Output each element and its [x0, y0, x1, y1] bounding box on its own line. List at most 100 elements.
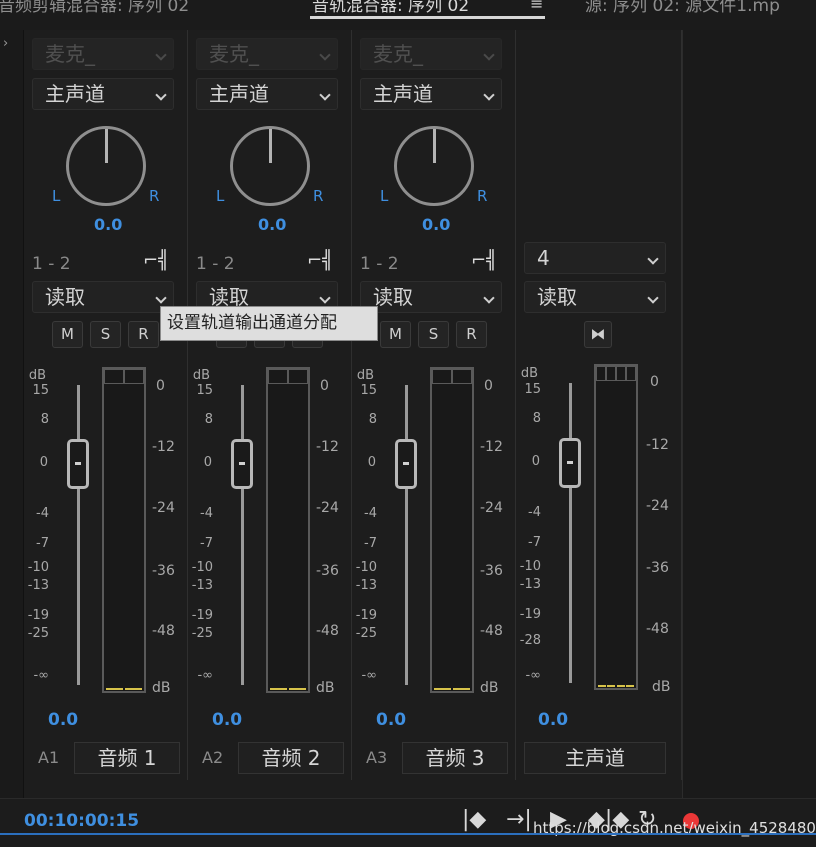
- master-channels-label: 4: [537, 246, 550, 270]
- volume-fader-handle[interactable]: [231, 439, 253, 489]
- channel-strip-a2: 麦克_ 主声道 L R 0.0 1 - 2 ⌐╣ 读取 M S R dB 15 …: [188, 30, 352, 780]
- meter-scale-label: -48: [152, 623, 175, 639]
- volume-value[interactable]: 0.0: [212, 710, 242, 730]
- pan-right-label: R: [313, 187, 324, 205]
- fader-scale-label: -25: [355, 626, 377, 641]
- pan-right-label: R: [477, 187, 488, 205]
- peak-indicator-right[interactable]: [452, 369, 472, 384]
- output-select[interactable]: 主声道: [360, 78, 502, 110]
- track-name-field[interactable]: 音频 3: [402, 742, 508, 774]
- fader-scale-label: 15: [196, 383, 213, 398]
- panel-menu-icon[interactable]: ≡: [530, 0, 543, 13]
- meter-level-left: [106, 688, 123, 690]
- peak-indicator[interactable]: [606, 366, 616, 381]
- meter-scale-label: -36: [316, 563, 339, 579]
- track-output-routing-icon[interactable]: ⌐╣: [306, 248, 334, 276]
- track-id: A1: [38, 748, 60, 767]
- fader-track: [241, 385, 244, 685]
- meter-level: [626, 685, 634, 687]
- fader-scale-label: -∞: [197, 668, 213, 683]
- input-select[interactable]: 麦克_: [196, 38, 338, 70]
- pan-knob[interactable]: [394, 126, 474, 206]
- fader-scale-label: 15: [524, 382, 541, 397]
- automation-mode-select[interactable]: 读取: [32, 281, 174, 313]
- track-id: A3: [366, 748, 388, 767]
- tab-audio-clip-mixer[interactable]: 音频剪辑混合器: 序列 02: [0, 0, 189, 16]
- volume-fader-handle[interactable]: [67, 439, 89, 489]
- channel-strip-a1: 麦克_ 主声道 L R 0.0 1 - 2 ⌐╣ 读取 M S R dB 15 …: [24, 30, 188, 780]
- master-volume-fader-handle[interactable]: [559, 438, 581, 488]
- master-name-field[interactable]: 主声道: [524, 742, 666, 774]
- input-select[interactable]: 麦克_: [360, 38, 502, 70]
- fader-track: [77, 385, 80, 685]
- go-to-out-point-icon[interactable]: →|: [506, 807, 532, 832]
- pan-value[interactable]: 0.0: [258, 215, 286, 234]
- pan-value[interactable]: 0.0: [94, 215, 122, 234]
- volume-value[interactable]: 0.0: [376, 710, 406, 730]
- output-select[interactable]: 主声道: [32, 78, 174, 110]
- peak-indicator-left[interactable]: [268, 369, 288, 384]
- channel-assign-label: 1 - 2: [32, 254, 71, 274]
- pan-right-label: R: [149, 187, 160, 205]
- mute-button[interactable]: M: [52, 321, 83, 348]
- output-select[interactable]: 主声道: [196, 78, 338, 110]
- volume-value[interactable]: 0.0: [48, 710, 78, 730]
- peak-indicator-right[interactable]: [124, 369, 144, 384]
- input-select[interactable]: 麦克_: [32, 38, 174, 70]
- peak-indicator-left[interactable]: [432, 369, 452, 384]
- meter-scale-label: -48: [316, 623, 339, 639]
- fader-scale-label: -10: [355, 560, 377, 575]
- active-tab-indicator: [310, 16, 545, 19]
- timecode-display[interactable]: 00:10:00:15: [24, 811, 139, 831]
- fader-scale-db: dB: [356, 368, 374, 383]
- volume-fader-handle[interactable]: [395, 439, 417, 489]
- pan-value[interactable]: 0.0: [422, 215, 450, 234]
- output-label: 主声道: [209, 82, 269, 106]
- peak-indicator[interactable]: [596, 366, 606, 381]
- chevron-down-icon: [647, 253, 659, 265]
- pan-knob[interactable]: [66, 126, 146, 206]
- fader-scale-label: -19: [355, 608, 377, 623]
- fader-scale-label: -7: [36, 536, 49, 551]
- master-volume-value[interactable]: 0.0: [538, 710, 568, 730]
- fader-scale-label: -7: [528, 535, 541, 550]
- automation-mode-select[interactable]: 读取: [360, 281, 502, 313]
- go-to-in-point-icon[interactable]: |◆: [462, 807, 486, 832]
- track-output-routing-icon[interactable]: ⌐╣: [470, 248, 498, 276]
- meter-scale-label: -12: [646, 437, 669, 453]
- peak-indicator-right[interactable]: [288, 369, 308, 384]
- chevron-down-icon: [483, 89, 495, 101]
- pan-needle: [433, 129, 436, 163]
- master-automation-mode-select[interactable]: 读取: [524, 281, 666, 313]
- track-output-routing-icon[interactable]: ⌐╣: [142, 248, 170, 276]
- input-label: 麦克_: [45, 42, 95, 66]
- tab-audio-track-mixer[interactable]: 音轨混合器: 序列 02: [312, 0, 469, 16]
- input-label: 麦克_: [209, 42, 259, 66]
- mute-button[interactable]: M: [380, 321, 411, 348]
- fader-scale-label: -10: [519, 559, 541, 574]
- fader-scale-label: -13: [355, 578, 377, 593]
- track-name-field[interactable]: 音频 1: [74, 742, 180, 774]
- fader-grip: [239, 462, 245, 465]
- master-channels-select[interactable]: 4: [524, 242, 666, 274]
- fader-scale-label: -∞: [525, 668, 541, 683]
- peak-indicator[interactable]: [626, 366, 636, 381]
- meter-scale-label: -12: [152, 439, 175, 455]
- track-name-field[interactable]: 音频 2: [238, 742, 344, 774]
- record-arm-button[interactable]: R: [456, 321, 487, 348]
- level-meter: [266, 367, 310, 693]
- tab-source[interactable]: 源: 序列 02: 源文件1.mp: [585, 0, 780, 16]
- fader-scale-label: 8: [204, 412, 213, 427]
- meter-level-right: [453, 688, 470, 690]
- peak-indicator-left[interactable]: [104, 369, 124, 384]
- master-mono-stereo-icon[interactable]: ⧓: [584, 321, 612, 348]
- pan-knob[interactable]: [230, 126, 310, 206]
- fader-scale-label: -10: [191, 560, 213, 575]
- solo-button[interactable]: S: [90, 321, 121, 348]
- record-arm-button[interactable]: R: [128, 321, 159, 348]
- master-strip: 4 读取 ⧓ dB 15 8 0 -4 -7 -10 -13 -19 -28 -…: [516, 30, 682, 780]
- peak-indicator[interactable]: [616, 366, 626, 381]
- fader-scale-db: dB: [28, 368, 46, 383]
- expand-chevron-icon[interactable]: ›: [3, 36, 8, 51]
- solo-button[interactable]: S: [418, 321, 449, 348]
